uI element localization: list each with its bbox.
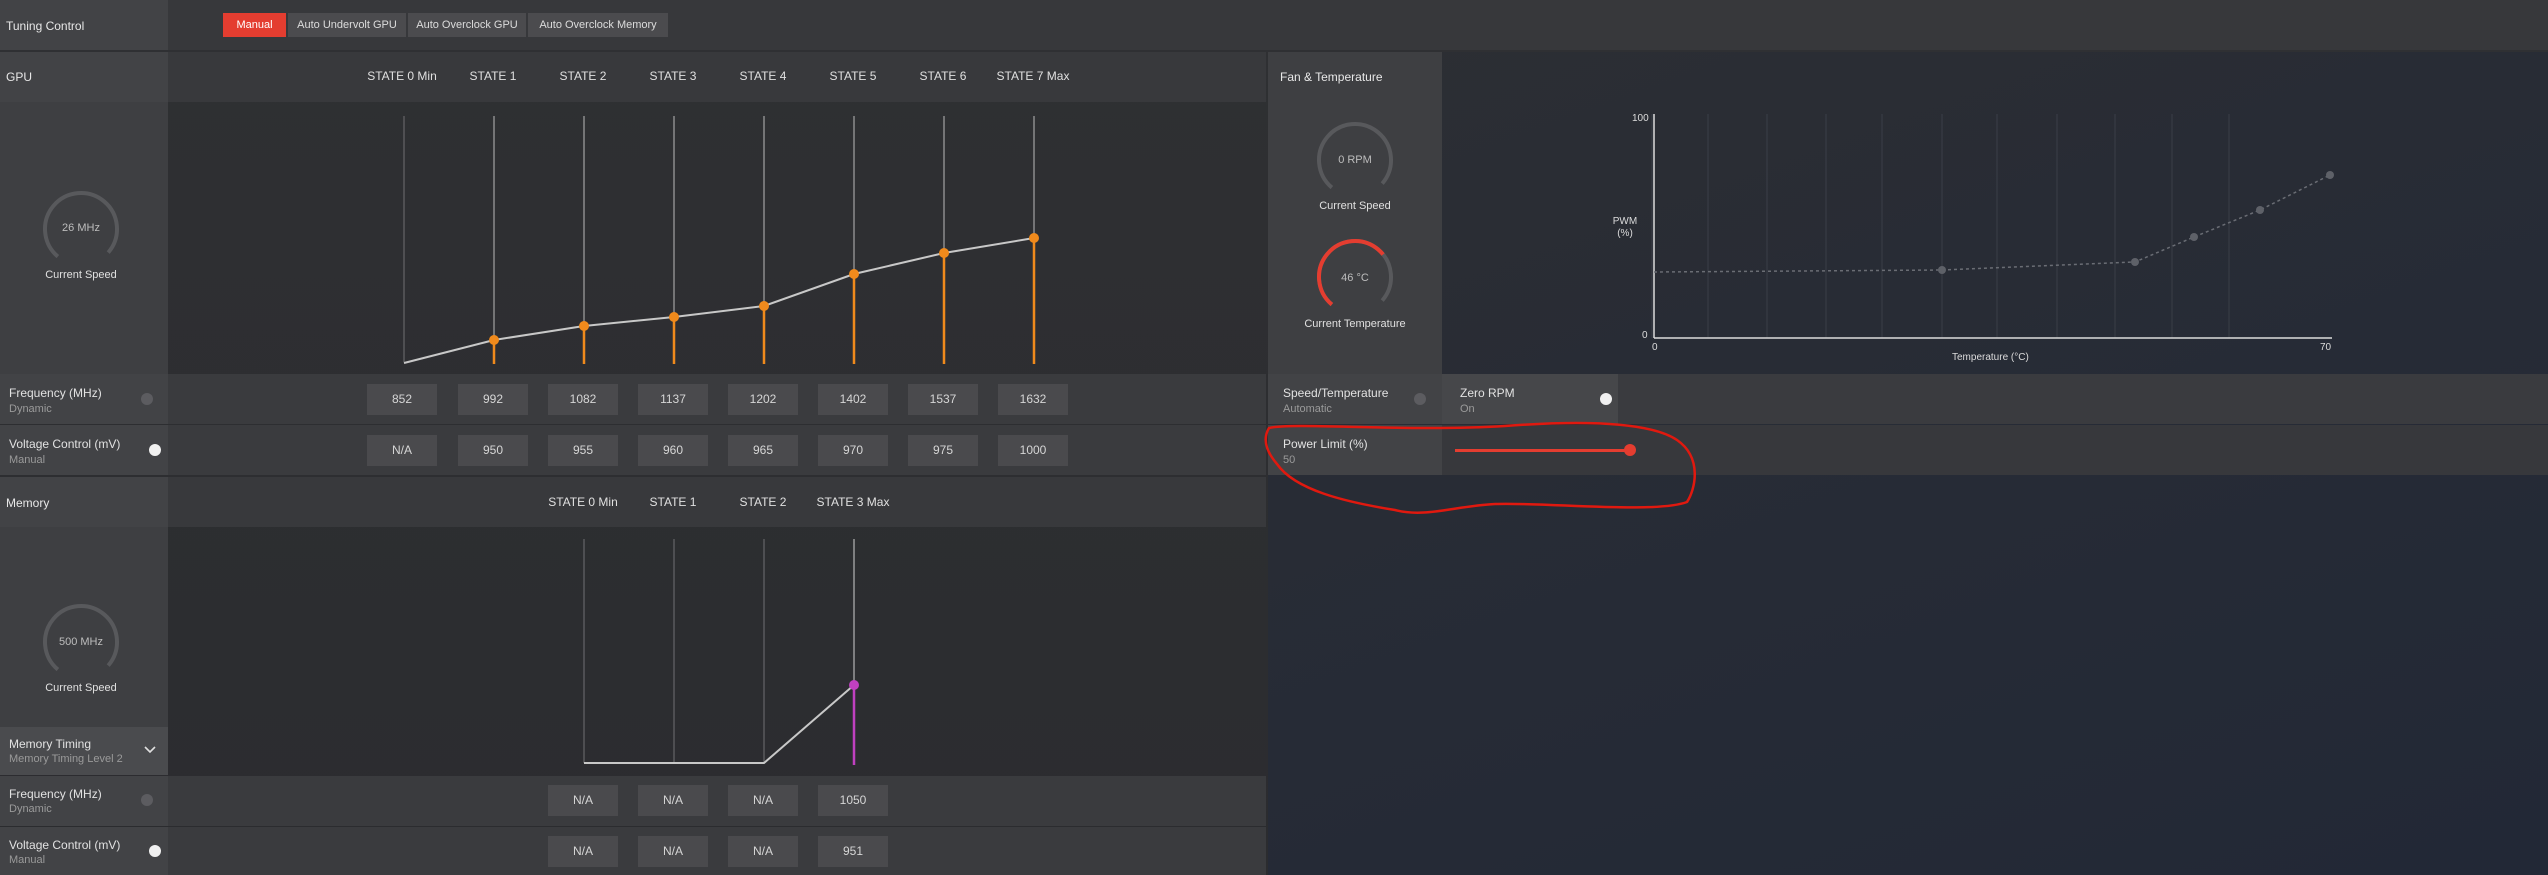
fan-chart-y-min: 0: [1642, 330, 1648, 341]
gpu-state-6-header: STATE 6: [919, 69, 967, 83]
auto-overclock-memory-button[interactable]: Auto Overclock Memory: [528, 13, 668, 37]
fan-chart-x-max: 70: [2320, 342, 2332, 353]
fan-speed-value: 0 RPM: [1338, 154, 1372, 166]
memory-state-3-header: STATE 3 Max: [816, 495, 890, 509]
gpu-frequency-state-7[interactable]: 1632: [998, 384, 1068, 415]
memory-frequency-state-2[interactable]: N/A: [728, 785, 798, 816]
tuning-control-title: Tuning Control: [6, 19, 85, 33]
auto-overclock-gpu-button[interactable]: Auto Overclock GPU: [408, 13, 526, 37]
gpu-voltage-mode: Manual: [9, 454, 46, 466]
memory-voltage-state-2[interactable]: N/A: [728, 836, 798, 867]
memory-speed-value: 500 MHz: [58, 636, 104, 648]
memory-frequency-state-0[interactable]: N/A: [548, 785, 618, 816]
memory-voltage-state-1[interactable]: N/A: [638, 836, 708, 867]
auto-undervolt-gpu-button[interactable]: Auto Undervolt GPU: [288, 13, 406, 37]
gpu-voltage-state-5[interactable]: 970: [818, 435, 888, 466]
memory-frequency-state-1[interactable]: N/A: [638, 785, 708, 816]
speed-temperature-toggle[interactable]: [1414, 393, 1426, 405]
fan-curve-chart: [1651, 114, 2334, 339]
memory-state-1-header: STATE 1: [649, 495, 697, 509]
memory-frequency-label: Frequency (MHz): [9, 787, 102, 801]
gpu-voltage-state-3[interactable]: 960: [638, 435, 708, 466]
gpu-frequency-state-2[interactable]: 1082: [548, 384, 618, 415]
gpu-curve-chart: [403, 116, 1039, 364]
gpu-voltage-state-6[interactable]: 975: [908, 435, 978, 466]
gpu-state-3-header: STATE 3: [649, 69, 697, 83]
gpu-speed-label: Current Speed: [45, 269, 117, 281]
memory-voltage-state-0[interactable]: N/A: [548, 836, 618, 867]
memory-voltage-mode: Manual: [9, 854, 46, 866]
gpu-voltage-label: Voltage Control (mV): [9, 437, 121, 451]
gpu-frequency-state-6[interactable]: 1537: [908, 384, 978, 415]
gpu-state-4-header: STATE 4: [739, 69, 787, 83]
gpu-voltage-row: [0, 425, 1266, 475]
memory-curve-chart: [583, 539, 859, 765]
temperature-value: 46 °C: [1341, 272, 1369, 284]
memory-voltage-toggle[interactable]: [149, 845, 161, 857]
zero-rpm-value: On: [1460, 403, 1475, 415]
fan-speed-label: Current Speed: [1319, 200, 1391, 212]
memory-voltage-label: Voltage Control (mV): [9, 838, 121, 852]
gpu-state-1-header: STATE 1: [469, 69, 517, 83]
memory-state-2-header: STATE 2: [739, 495, 787, 509]
zero-rpm-label: Zero RPM: [1460, 386, 1515, 400]
annotation-circle: [1264, 421, 1696, 514]
memory-title: Memory: [6, 496, 50, 510]
gpu-frequency-state-5[interactable]: 1402: [818, 384, 888, 415]
memory-frequency-toggle[interactable]: [141, 794, 153, 806]
fan-chart-x-label: Temperature (°C): [1952, 352, 2029, 363]
gpu-frequency-state-0[interactable]: 852: [367, 384, 437, 415]
gpu-state-7-header: STATE 7 Max: [996, 69, 1070, 83]
fan-chart-y-max: 100: [1632, 113, 1649, 124]
gpu-state-5-header: STATE 5: [829, 69, 877, 83]
zero-rpm-toggle[interactable]: [1600, 393, 1612, 405]
gpu-frequency-row: [0, 374, 1266, 424]
gpu-voltage-toggle[interactable]: [149, 444, 161, 456]
gpu-voltage-state-7[interactable]: 1000: [998, 435, 1068, 466]
gpu-frequency-state-3[interactable]: 1137: [638, 384, 708, 415]
gpu-frequency-mode: Dynamic: [9, 403, 52, 415]
gpu-frequency-label: Frequency (MHz): [9, 386, 102, 400]
memory-voltage-state-3[interactable]: 951: [818, 836, 888, 867]
gpu-voltage-state-4[interactable]: 965: [728, 435, 798, 466]
gpu-voltage-state-1[interactable]: 950: [458, 435, 528, 466]
memory-speed-label: Current Speed: [45, 682, 117, 694]
speed-temperature-label: Speed/Temperature: [1283, 386, 1389, 400]
memory-voltage-row: [0, 827, 1266, 875]
gpu-state-0-header: STATE 0 Min: [367, 69, 437, 83]
fan-title: Fan & Temperature: [1280, 70, 1383, 84]
gpu-frequency-state-1[interactable]: 992: [458, 384, 528, 415]
gpu-frequency-state-4[interactable]: 1202: [728, 384, 798, 415]
memory-frequency-row: [0, 776, 1266, 826]
gpu-state-2-header: STATE 2: [559, 69, 607, 83]
memory-timing-label: Memory Timing: [9, 737, 92, 751]
gpu-speed-value: 26 MHz: [62, 222, 100, 234]
gpu-frequency-toggle[interactable]: [141, 393, 153, 405]
fan-chart-y-label: PWM (%): [1612, 216, 1638, 239]
memory-timing-value: Memory Timing Level 2: [9, 753, 123, 765]
gpu-voltage-state-0[interactable]: N/A: [367, 435, 437, 466]
speed-temperature-value: Automatic: [1283, 403, 1332, 415]
memory-frequency-state-3[interactable]: 1050: [818, 785, 888, 816]
memory-state-0-header: STATE 0 Min: [548, 495, 618, 509]
memory-frequency-mode: Dynamic: [9, 803, 52, 815]
fan-chart-x-min: 0: [1652, 342, 1658, 353]
temperature-label: Current Temperature: [1304, 318, 1406, 330]
manual-button[interactable]: Manual: [223, 13, 286, 37]
gpu-voltage-state-2[interactable]: 955: [548, 435, 618, 466]
gpu-title: GPU: [6, 70, 33, 84]
chevron-down-icon[interactable]: [143, 745, 157, 755]
